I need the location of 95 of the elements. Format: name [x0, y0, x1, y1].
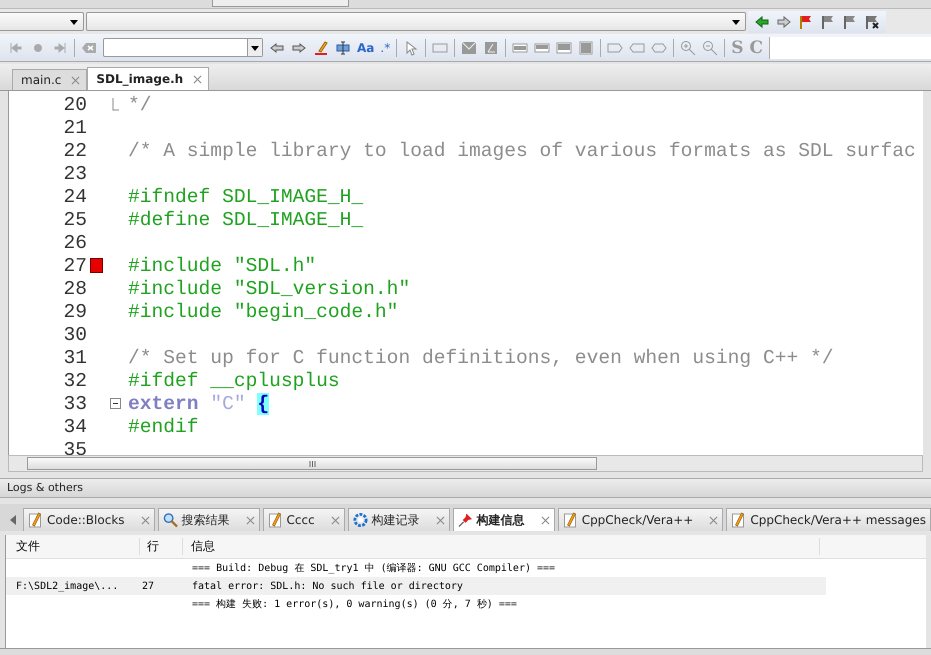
close-icon[interactable]	[709, 516, 718, 524]
code-text: #endif	[128, 416, 199, 438]
line-number: 30	[62, 324, 87, 346]
line-number: 28	[62, 278, 87, 300]
line-number: 31	[62, 346, 87, 368]
flag-back-icon[interactable]	[820, 14, 836, 30]
code-text: #ifndef SDL_IMAGE_H_	[128, 186, 364, 208]
highlight-pen-icon[interactable]	[313, 40, 329, 56]
editor-tab[interactable]: main.c	[12, 69, 88, 90]
line-number: 24	[62, 186, 87, 208]
line-number: 23	[62, 162, 87, 184]
caret-icon	[732, 20, 740, 25]
line-number: 35	[62, 438, 87, 455]
code-text: #include "SDL.h"	[128, 254, 316, 276]
code-text: */	[128, 94, 152, 116]
scope-dropdown[interactable]	[0, 12, 84, 31]
flag-clear-icon[interactable]	[864, 14, 880, 30]
pencil-icon	[562, 512, 578, 528]
code-text: #include "begin_code.h"	[128, 300, 398, 322]
pencil-icon	[731, 512, 746, 528]
panel-title: Logs & others	[0, 478, 931, 498]
scrollbar-thumb[interactable]	[27, 457, 597, 470]
fold-toggle-icon[interactable]	[110, 398, 121, 409]
close-icon[interactable]	[246, 516, 255, 524]
code-text: #include "SDL_version.h"	[128, 278, 410, 300]
log-row[interactable]: === Build: Debug 在 SDL_try1 中 (编译器: GNU GCC Compiler) ===	[6, 559, 826, 577]
close-icon[interactable]	[71, 76, 80, 84]
column-header[interactable]: 行	[140, 538, 183, 555]
code-text: /* A simple library to load images of various formats as SDL surfac	[128, 140, 916, 162]
line-number: 25	[62, 208, 87, 230]
code-text: {	[257, 392, 270, 414]
text-field[interactable]	[769, 36, 931, 58]
gear-icon	[352, 512, 368, 528]
table-cell-text: === 构建 失败: 1 error(s), 0 warning(s) (0 分, 7 秒) ===	[192, 598, 517, 611]
line-number: 21	[62, 116, 87, 138]
build-target-field[interactable]	[212, 0, 349, 7]
code-text: #ifdef __cplusplus	[128, 370, 340, 392]
flag-forward-icon[interactable]	[842, 14, 858, 30]
block-icon[interactable]	[556, 40, 572, 56]
dropdown-button[interactable]	[247, 39, 262, 56]
line-number: 34	[62, 416, 87, 438]
log-tab[interactable]: 搜索结果	[158, 508, 260, 531]
match-case-button[interactable]: Aa	[357, 40, 374, 56]
table-cell-text: === Build: Debug 在 SDL_try1 中 (编译器: GNU GCC Compiler) ===	[192, 562, 556, 575]
column-header[interactable]: 文件	[6, 538, 140, 555]
line-number: 20	[62, 94, 87, 116]
search-icon	[162, 512, 178, 528]
line-number: 33	[62, 392, 87, 414]
line-number: 22	[62, 140, 87, 162]
log-row[interactable]: F:\SDL2_image\... 27 fatal error: SDL.h: No such file or directory	[6, 577, 826, 595]
line-number: 26	[62, 232, 87, 254]
flag-icon[interactable]	[798, 14, 814, 30]
log-row[interactable]: === 构建 失败: 1 error(s), 0 warning(s) (0 分, 7 秒) ===	[6, 595, 826, 613]
log-tab[interactable]: Cccc	[262, 508, 345, 531]
regex-button[interactable]: .*	[380, 40, 390, 56]
envelope-icon[interactable]	[461, 40, 478, 56]
code-text: extern	[128, 392, 199, 414]
grip-icon	[308, 460, 316, 468]
zoom-in-icon[interactable]	[680, 40, 696, 56]
zoom-out-icon[interactable]	[702, 40, 718, 56]
back-arrow-icon[interactable]	[754, 14, 770, 30]
replace-icon[interactable]	[335, 40, 351, 56]
scroll-left-icon[interactable]	[10, 515, 16, 525]
line-number: 29	[62, 300, 87, 322]
close-icon[interactable]	[193, 74, 202, 84]
table-cell: F:\SDL2_image\...	[16, 580, 118, 592]
pin-icon	[458, 512, 473, 528]
caret-icon	[70, 20, 78, 25]
pencil-icon	[28, 512, 43, 528]
close-icon[interactable]	[330, 516, 340, 524]
log-tab[interactable]: Code::Blocks	[23, 508, 155, 531]
function-dropdown[interactable]	[86, 12, 746, 31]
pencil-icon	[268, 512, 283, 528]
log-tab[interactable]: CppCheck/Vera++ messages	[726, 508, 931, 531]
close-icon[interactable]	[436, 516, 445, 524]
note-icon[interactable]	[483, 40, 500, 56]
code-text: /* Set up for C function definitions, even when using C++ */	[128, 346, 834, 368]
log-tab[interactable]: 构建记录	[348, 508, 450, 531]
table-cell: 27	[142, 580, 154, 592]
fold-end-icon	[112, 98, 120, 112]
code-text: "C"	[210, 392, 246, 414]
forward-arrow-icon[interactable]	[776, 14, 792, 30]
line-number: 27	[62, 254, 87, 276]
close-icon[interactable]	[140, 516, 150, 524]
column-header[interactable]: 信息	[183, 538, 820, 555]
block-icon[interactable]	[578, 40, 594, 56]
log-tab[interactable]: 构建信息	[452, 508, 555, 531]
search-field[interactable]	[103, 38, 263, 57]
caret-icon	[251, 46, 259, 51]
close-icon[interactable]	[540, 516, 550, 524]
editor-tab[interactable]: SDL_image.h	[87, 67, 210, 90]
line-number: 32	[62, 370, 87, 392]
log-tab[interactable]: CppCheck/Vera++	[558, 508, 724, 531]
code-text: #define SDL_IMAGE_H_	[128, 208, 364, 230]
table-cell: fatal error: SDL.h: No such file or directory	[192, 580, 463, 592]
